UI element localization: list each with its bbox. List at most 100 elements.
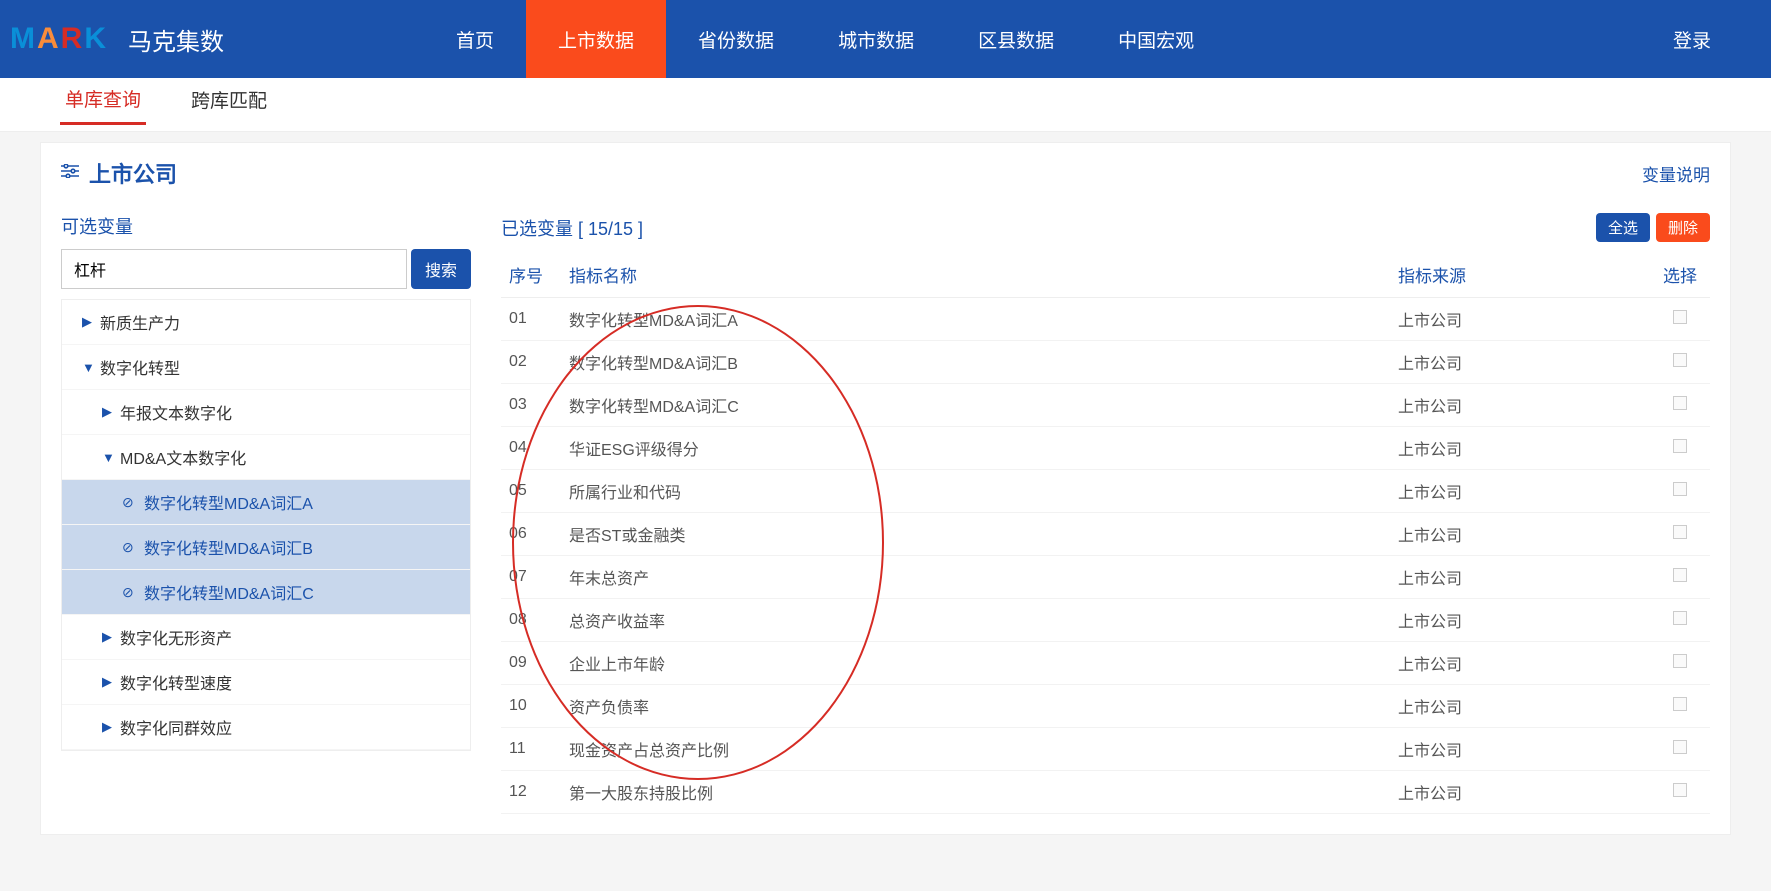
arrow-icon — [82, 314, 100, 330]
tree-label: 数字化无形资产 — [120, 625, 232, 649]
cell-name: 第一大股东持股比例 — [561, 771, 1390, 814]
cell-seq: 10 — [501, 685, 561, 728]
arrow-icon — [82, 360, 100, 375]
tree-label: 数字化转型MD&A词汇B — [144, 535, 313, 559]
tree-item[interactable]: MD&A文本数字化 — [62, 435, 470, 480]
table-row: 08总资产收益率上市公司 — [501, 599, 1710, 642]
cell-seq: 12 — [501, 771, 561, 814]
cell-seq: 09 — [501, 642, 561, 685]
tree-item[interactable]: 数字化转型 — [62, 345, 470, 390]
cell-name: 是否ST或金融类 — [561, 513, 1390, 556]
tree-item[interactable]: ⊘数字化转型MD&A词汇A — [62, 480, 470, 525]
col-name: 指标名称 — [561, 252, 1390, 298]
variable-desc-link[interactable]: 变量说明 — [1642, 161, 1710, 186]
search-input[interactable] — [61, 249, 407, 289]
cell-src: 上市公司 — [1390, 513, 1650, 556]
row-checkbox[interactable] — [1673, 439, 1687, 453]
row-checkbox[interactable] — [1673, 310, 1687, 324]
cell-src: 上市公司 — [1390, 556, 1650, 599]
row-checkbox[interactable] — [1673, 654, 1687, 668]
nav-item-5[interactable]: 中国宏观 — [1086, 0, 1226, 78]
row-checkbox[interactable] — [1673, 396, 1687, 410]
col-sel: 选择 — [1650, 252, 1710, 298]
row-checkbox[interactable] — [1673, 697, 1687, 711]
nav-item-0[interactable]: 首页 — [424, 0, 526, 78]
table-row: 06是否ST或金融类上市公司 — [501, 513, 1710, 556]
tree-label: 年报文本数字化 — [120, 400, 232, 424]
row-checkbox[interactable] — [1673, 353, 1687, 367]
cell-src: 上市公司 — [1390, 384, 1650, 427]
row-checkbox[interactable] — [1673, 740, 1687, 754]
tree-item[interactable]: 数字化同群效应 — [62, 705, 470, 750]
subtab-0[interactable]: 单库查询 — [60, 85, 146, 125]
selected-vars-table: 序号 指标名称 指标来源 选择 01数字化转型MD&A词汇A上市公司02数字化转… — [501, 252, 1710, 814]
section-title: 上市公司 — [89, 157, 177, 189]
cell-seq: 04 — [501, 427, 561, 470]
check-icon: ⊘ — [122, 494, 144, 511]
table-row: 05所属行业和代码上市公司 — [501, 470, 1710, 513]
login-link[interactable]: 登录 — [1623, 26, 1761, 53]
tree-label: 数字化转型MD&A词汇C — [144, 580, 314, 604]
cell-src: 上市公司 — [1390, 427, 1650, 470]
cell-src: 上市公司 — [1390, 341, 1650, 384]
main-section: 上市公司 变量说明 可选变量 搜索 新质生产力数字化转型年报文本数字化 MD&A文… — [40, 142, 1731, 835]
variable-tree: 新质生产力数字化转型年报文本数字化MD&A文本数字化⊘数字化转型MD&A词汇A⊘… — [61, 299, 471, 751]
cell-src: 上市公司 — [1390, 642, 1650, 685]
tree-item[interactable]: 年报文本数字化 — [62, 390, 470, 435]
tree-item[interactable]: 数字化转型速度 — [62, 660, 470, 705]
cell-name: 数字化转型MD&A词汇A — [561, 298, 1390, 341]
subtab-1[interactable]: 跨库匹配 — [186, 86, 272, 123]
row-checkbox[interactable] — [1673, 525, 1687, 539]
cell-seq: 01 — [501, 298, 561, 341]
nav-item-4[interactable]: 区县数据 — [946, 0, 1086, 78]
table-row: 09企业上市年龄上市公司 — [501, 642, 1710, 685]
cell-name: 企业上市年龄 — [561, 642, 1390, 685]
tree-label: 新质生产力 — [100, 310, 180, 334]
cell-src: 上市公司 — [1390, 470, 1650, 513]
filter-icon — [61, 163, 79, 183]
col-src: 指标来源 — [1390, 252, 1650, 298]
table-row: 01数字化转型MD&A词汇A上市公司 — [501, 298, 1710, 341]
cell-seq: 05 — [501, 470, 561, 513]
tree-item[interactable]: 数字化无形资产 — [62, 615, 470, 660]
cell-src: 上市公司 — [1390, 685, 1650, 728]
arrow-icon — [102, 719, 120, 735]
cell-seq: 02 — [501, 341, 561, 384]
row-checkbox[interactable] — [1673, 482, 1687, 496]
table-row: 04华证ESG评级得分上市公司 — [501, 427, 1710, 470]
cell-seq: 07 — [501, 556, 561, 599]
cell-name: 资产负债率 — [561, 685, 1390, 728]
row-checkbox[interactable] — [1673, 611, 1687, 625]
arrow-icon — [102, 404, 120, 420]
search-button[interactable]: 搜索 — [411, 249, 471, 289]
arrow-icon — [102, 674, 120, 690]
logo: MARK — [5, 22, 113, 56]
cell-name: 数字化转型MD&A词汇C — [561, 384, 1390, 427]
row-checkbox[interactable] — [1673, 568, 1687, 582]
table-row: 10资产负债率上市公司 — [501, 685, 1710, 728]
cell-name: 华证ESG评级得分 — [561, 427, 1390, 470]
cell-name: 现金资产占总资产比例 — [561, 728, 1390, 771]
delete-button[interactable]: 删除 — [1656, 213, 1710, 242]
row-checkbox[interactable] — [1673, 783, 1687, 797]
tree-label: 数字化转型速度 — [120, 670, 232, 694]
tree-label: MD&A文本数字化 — [120, 445, 246, 469]
nav-item-1[interactable]: 上市数据 — [526, 0, 666, 78]
cell-seq: 08 — [501, 599, 561, 642]
tree-item[interactable]: ⊘数字化转型MD&A词汇B — [62, 525, 470, 570]
available-vars-title: 可选变量 — [61, 203, 471, 249]
table-row: 12第一大股东持股比例上市公司 — [501, 771, 1710, 814]
arrow-icon — [102, 450, 120, 465]
tree-label: 数字化同群效应 — [120, 715, 232, 739]
tree-item[interactable]: ⊘数字化转型MD&A词汇C — [62, 570, 470, 615]
tree-item[interactable]: 新质生产力 — [62, 300, 470, 345]
col-seq: 序号 — [501, 252, 561, 298]
cell-name: 数字化转型MD&A词汇B — [561, 341, 1390, 384]
tree-label: 数字化转型 — [100, 355, 180, 379]
cell-seq: 06 — [501, 513, 561, 556]
check-icon: ⊘ — [122, 539, 144, 556]
nav-item-2[interactable]: 省份数据 — [666, 0, 806, 78]
nav-item-3[interactable]: 城市数据 — [806, 0, 946, 78]
select-all-button[interactable]: 全选 — [1596, 213, 1650, 242]
selected-count: 已选变量 [ 15/15 ] — [501, 215, 643, 241]
